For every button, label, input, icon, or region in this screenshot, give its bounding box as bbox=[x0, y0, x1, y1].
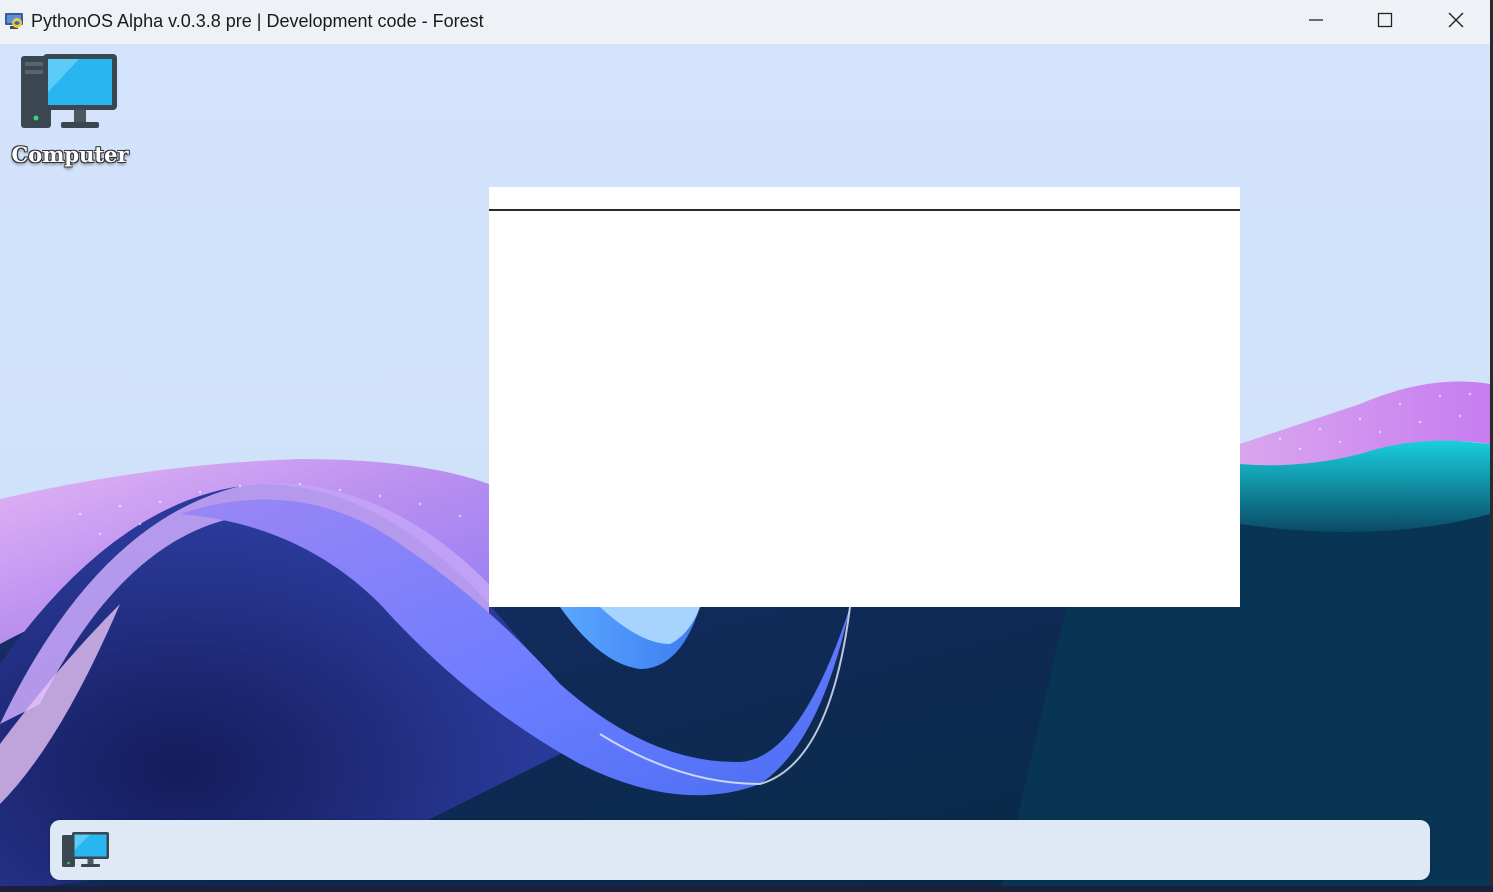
desktop-icon-label: Computer bbox=[11, 142, 129, 167]
blank-window-header[interactable] bbox=[489, 187, 1240, 209]
window-title: PythonOS Alpha v.0.3.8 pre | Development… bbox=[31, 11, 484, 31]
close-button[interactable] bbox=[1424, 0, 1488, 44]
desktop-icon-computer[interactable]: Computer bbox=[8, 50, 132, 170]
maximize-button[interactable] bbox=[1353, 0, 1417, 44]
close-icon bbox=[1447, 11, 1465, 34]
minimize-icon bbox=[1307, 11, 1325, 34]
taskbar bbox=[50, 820, 1430, 880]
pythonos-app-window: PythonOS Alpha v.0.3.8 pre | Development… bbox=[0, 0, 1493, 892]
python-app-icon bbox=[4, 11, 24, 31]
window-border-bottom bbox=[0, 886, 1493, 892]
blank-window-body bbox=[489, 211, 1240, 607]
maximize-icon bbox=[1376, 11, 1394, 34]
taskbar-item-computer[interactable] bbox=[60, 830, 116, 872]
computer-icon bbox=[60, 832, 112, 874]
minimize-button[interactable] bbox=[1284, 0, 1348, 44]
blank-app-window[interactable] bbox=[489, 187, 1240, 607]
title-bar[interactable]: PythonOS Alpha v.0.3.8 pre | Development… bbox=[0, 0, 1490, 44]
desktop[interactable]: Computer bbox=[0, 44, 1490, 892]
